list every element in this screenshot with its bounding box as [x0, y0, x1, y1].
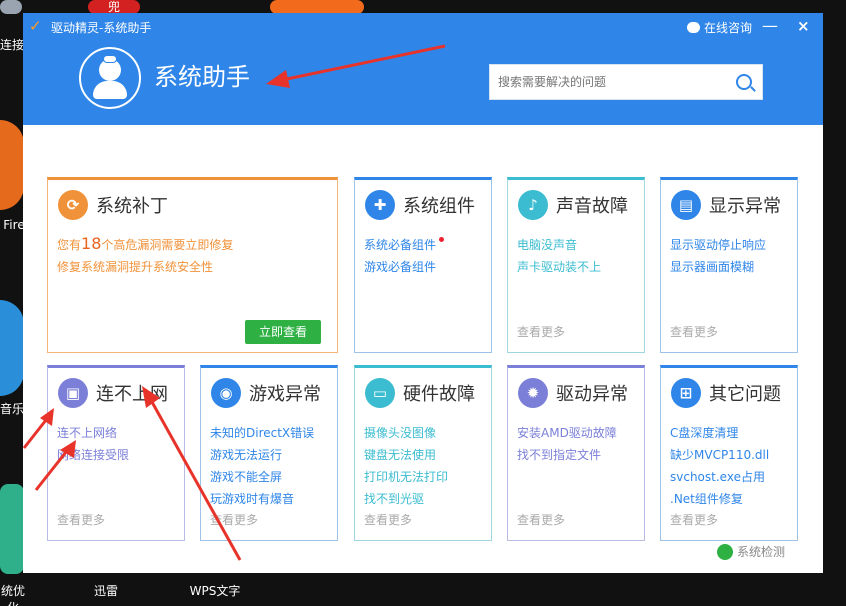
puzzle-icon: ✚	[365, 190, 395, 220]
gear-icon: ✹	[518, 378, 548, 408]
vuln-count: 18	[81, 234, 102, 253]
content-area: ⟳ 系统补丁 您有18个高危漏洞需要立即修复 修复系统漏洞提升系统安全性 立即查…	[23, 125, 823, 573]
refresh-shield-icon: ⟳	[58, 190, 88, 220]
title-bar: ✓ 驱动精灵-系统助手 在线咨询 — ×	[23, 13, 823, 39]
link-no-optical-drive[interactable]: 找不到光驱	[364, 488, 448, 510]
network-monitor-icon: ▣	[58, 378, 88, 408]
system-assistant-window: ✓ 驱动精灵-系统助手 在线咨询 — × 系统助手 ⟳ 系统补丁 您有18个高危…	[23, 13, 823, 573]
consult-label: 在线咨询	[704, 21, 753, 35]
link-game-components[interactable]: 游戏必备组件	[364, 256, 444, 278]
link-display-driver-stopped[interactable]: 显示驱动停止响应	[670, 234, 766, 256]
optimize-icon[interactable]	[0, 484, 24, 574]
view-now-button[interactable]: 立即查看	[245, 320, 321, 344]
desktop-tile-orange	[270, 0, 364, 14]
card-sound-fault[interactable]: ♪ 声音故障 电脑没声音 声卡驱动装不上 查看更多	[507, 177, 645, 353]
search-input[interactable]	[490, 65, 726, 99]
patch-line1-suffix: 个高危漏洞需要立即修复	[101, 238, 234, 252]
detect-icon	[717, 544, 733, 560]
link-missing-dll[interactable]: 缺少MVCP110.dll	[670, 444, 769, 466]
windows-logo-icon: ⊞	[671, 378, 701, 408]
firefox-icon[interactable]	[0, 120, 24, 210]
patch-hint-text: 修复系统漏洞提升系统安全性	[57, 260, 214, 274]
view-more-link[interactable]: 查看更多	[670, 323, 718, 340]
card-system-patch[interactable]: ⟳ 系统补丁 您有18个高危漏洞需要立即修复 修复系统漏洞提升系统安全性 立即查…	[47, 177, 338, 353]
desktop-label-optimize[interactable]: 统优化	[0, 582, 26, 606]
avatar-body	[93, 81, 127, 99]
detect-label: 系统检测	[737, 545, 786, 559]
link-dotnet-repair[interactable]: .Net组件修复	[670, 488, 769, 510]
music-icon[interactable]	[0, 300, 24, 396]
minimize-button[interactable]: —	[762, 16, 778, 35]
close-button[interactable]: ×	[797, 17, 810, 35]
desktop-label-connect[interactable]: 连接	[0, 36, 24, 53]
card-title: 连不上网	[96, 384, 168, 405]
speaker-icon: ♪	[518, 190, 548, 220]
card-title: 硬件故障	[403, 384, 475, 405]
new-dot	[439, 237, 445, 242]
card-title: 系统补丁	[96, 196, 168, 217]
link-directx-error[interactable]: 未知的DirectX错误	[210, 422, 314, 444]
link-connection-limited[interactable]: 网络连接受限	[57, 444, 129, 466]
link-label: 系统必备组件	[364, 238, 437, 252]
card-title: 显示异常	[709, 196, 781, 217]
card-title: 游戏异常	[249, 384, 321, 405]
card-title: 驱动异常	[556, 384, 628, 405]
link-no-sound[interactable]: 电脑没声音	[517, 234, 601, 256]
window-title: 驱动精灵-系统助手	[51, 21, 152, 35]
link-camera-no-image[interactable]: 摄像头没图像	[364, 422, 448, 444]
link-svchost-usage[interactable]: svchost.exe占用	[670, 466, 769, 488]
online-consult-link[interactable]: 在线咨询	[687, 19, 752, 36]
card-system-components[interactable]: ✚ 系统组件 系统必备组件 游戏必备组件	[354, 177, 492, 353]
card-title: 声音故障	[556, 196, 628, 217]
link-game-crackle[interactable]: 玩游戏时有爆音	[210, 488, 314, 510]
view-more-link[interactable]: 查看更多	[364, 511, 412, 528]
card-game-abnormal[interactable]: ◉ 游戏异常 未知的DirectX错误 游戏无法运行 游戏不能全屏 玩游戏时有爆…	[200, 365, 338, 541]
desktop-label-xunlei[interactable]: 迅雷	[86, 582, 126, 599]
header-banner: 系统助手	[23, 39, 823, 125]
hardware-monitor-icon: ▭	[365, 378, 395, 408]
search-box	[489, 64, 763, 100]
link-game-cannot-run[interactable]: 游戏无法运行	[210, 444, 314, 466]
desktop-label-wps[interactable]: WPS文字	[180, 582, 250, 599]
link-screen-blurry[interactable]: 显示器画面模糊	[670, 256, 766, 278]
desktop-tile-red: 兜	[88, 0, 140, 14]
link-cannot-connect[interactable]: 连不上网络	[57, 422, 129, 444]
card-hardware-fault[interactable]: ▭ 硬件故障 摄像头没图像 键盘无法使用 打印机无法打印 找不到光驱 查看更多	[354, 365, 492, 541]
view-more-link[interactable]: 查看更多	[57, 511, 105, 528]
card-title: 系统组件	[403, 196, 475, 217]
avatar-cap	[103, 55, 117, 63]
patch-warning-text: 您有18个高危漏洞需要立即修复	[57, 234, 233, 253]
desktop-tile-top-left	[0, 0, 22, 14]
link-printer-broken[interactable]: 打印机无法打印	[364, 466, 448, 488]
link-file-not-found[interactable]: 找不到指定文件	[517, 444, 617, 466]
chat-bubble-icon	[687, 22, 700, 33]
search-icon[interactable]	[736, 74, 752, 90]
app-logo-icon: ✓	[29, 17, 42, 35]
patch-line1-prefix: 您有	[57, 238, 82, 252]
card-title: 其它问题	[709, 384, 781, 405]
gamepad-icon: ◉	[211, 378, 241, 408]
card-driver-abnormal[interactable]: ✹ 驱动异常 安装AMD驱动故障 找不到指定文件 查看更多	[507, 365, 645, 541]
view-more-link[interactable]: 查看更多	[517, 323, 565, 340]
page-title: 系统助手	[154, 63, 250, 91]
card-no-network[interactable]: ▣ 连不上网 连不上网络 网络连接受限 查看更多	[47, 365, 185, 541]
view-more-link[interactable]: 查看更多	[210, 511, 258, 528]
card-other-issues[interactable]: ⊞ 其它问题 C盘深度清理 缺少MVCP110.dll svchost.exe占…	[660, 365, 798, 541]
link-c-drive-clean[interactable]: C盘深度清理	[670, 422, 769, 444]
link-keyboard-broken[interactable]: 键盘无法使用	[364, 444, 448, 466]
card-display-abnormal[interactable]: ▤ 显示异常 显示驱动停止响应 显示器画面模糊 查看更多	[660, 177, 798, 353]
system-detect-button[interactable]: 系统检测	[717, 543, 785, 560]
view-more-link[interactable]: 查看更多	[517, 511, 565, 528]
link-amd-driver-fault[interactable]: 安装AMD驱动故障	[517, 422, 617, 444]
link-game-no-fullscreen[interactable]: 游戏不能全屏	[210, 466, 314, 488]
link-essential-components[interactable]: 系统必备组件	[364, 234, 445, 256]
doctor-avatar-icon	[79, 47, 141, 109]
link-soundcard-driver[interactable]: 声卡驱动装不上	[517, 256, 601, 278]
monitor-icon: ▤	[671, 190, 701, 220]
desktop-label-music[interactable]: 音乐	[0, 400, 24, 417]
view-more-link[interactable]: 查看更多	[670, 511, 718, 528]
